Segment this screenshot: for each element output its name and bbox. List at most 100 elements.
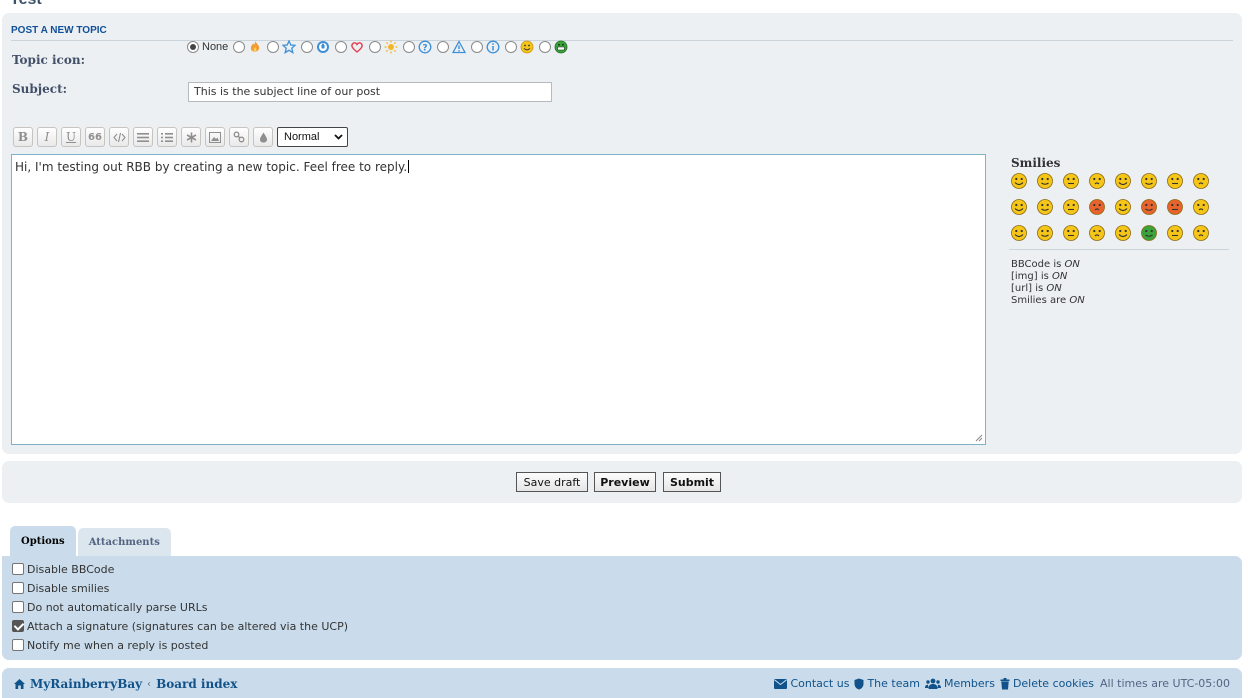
option-row[interactable]: Attach a signature (signatures can be al… [12,619,348,633]
smiley-redface-icon[interactable] [1088,198,1106,216]
contact-us-link[interactable]: Contact us [774,677,849,690]
topic-icon-fire-option[interactable] [233,40,262,54]
image-button[interactable] [205,127,225,147]
option-checkbox[interactable] [12,563,24,575]
option-checkbox[interactable] [12,639,24,651]
topic-icon-radio[interactable] [437,41,450,53]
smilies-title: Smilies [1011,156,1061,170]
message-editor[interactable]: Hi, I'm testing out RBB by creating a ne… [11,154,986,445]
topic-icon-radio[interactable] [539,41,552,53]
topic-icon-radio[interactable] [471,41,484,53]
smiley-arrow-icon[interactable] [1088,224,1106,242]
topic-icon-sun-option[interactable] [369,40,398,54]
smiley-smile-icon[interactable] [1062,172,1080,190]
underline-button[interactable]: U [61,127,81,147]
text-caret [408,160,410,173]
smiley-neutral-icon[interactable] [1114,224,1132,242]
status-value: ON [1069,295,1085,306]
topic-icon-heart-option[interactable] [335,40,364,54]
bold-button[interactable]: B [13,127,33,147]
smiley-grin-icon[interactable] [1010,172,1028,190]
status-value: ON [1046,283,1062,294]
status-value: ON [1064,259,1080,270]
topic-icon-star-option[interactable] [267,40,297,54]
italic-button[interactable]: I [37,127,57,147]
drop-icon [259,132,267,142]
smiley-evil-icon[interactable] [1140,198,1158,216]
members-link[interactable]: Members [924,677,995,690]
topic-icon-radio[interactable] [369,41,382,53]
subject-label: Subject: [12,82,68,96]
topic-icon-question-option[interactable]: ? [403,40,432,54]
code-button[interactable] [109,127,129,147]
smiley-mad-icon[interactable] [1036,198,1054,216]
smiley-oo-icon[interactable] [1088,172,1106,190]
color-button[interactable] [253,127,273,147]
preview-button[interactable]: Preview [594,472,656,492]
topic-icon-warning-option[interactable] [437,40,467,54]
smiley-geek-icon[interactable] [1166,224,1184,242]
topic-icon-radio[interactable] [335,41,348,53]
smiley-razz-icon[interactable] [1062,198,1080,216]
submit-panel: Save draft Preview Submit [2,461,1242,503]
subject-input[interactable]: This is the subject line of our post [188,82,552,102]
list-item-button[interactable] [181,127,201,147]
radioactive-icon [317,41,330,53]
smiley-shock-icon[interactable] [1114,172,1132,190]
message-text: Hi, I'm testing out RBB by creating a ne… [15,160,408,174]
option-row[interactable]: Disable smilies [12,581,109,595]
smiley-cry-icon[interactable] [1114,198,1132,216]
svg-text:?: ? [423,44,428,54]
numbered-list-button[interactable] [157,127,177,147]
option-row[interactable]: Notify me when a reply is posted [12,638,208,652]
smiley-roll-icon[interactable] [1192,198,1210,216]
resize-grip-icon[interactable] [974,433,983,442]
option-checkbox[interactable] [12,582,24,594]
grin-icon [554,40,568,54]
submit-button[interactable]: Submit [663,472,721,492]
breadcrumb-site-link[interactable]: MyRainberryBay [30,677,142,691]
topic-icon-info-option[interactable] [471,40,500,54]
topic-icon-smiley-option[interactable] [505,40,534,54]
bbcode-status-line: [img] is ON [1011,271,1085,283]
smiley-laugh-icon[interactable] [1010,198,1028,216]
topic-icon-radio[interactable] [403,41,416,53]
breadcrumb-board-index-link[interactable]: Board index [156,677,237,691]
topic-icon-radio[interactable] [505,41,518,53]
save-draft-button[interactable]: Save draft [516,472,588,492]
option-row[interactable]: Do not automatically parse URLs [12,600,208,614]
topic-icon-radioactive-option[interactable] [301,40,330,54]
the-team-link[interactable]: The team [854,677,920,690]
link-button[interactable] [229,127,249,147]
delete-cookies-link[interactable]: Delete cookies [1000,677,1094,690]
option-row[interactable]: Disable BBCode [12,562,114,576]
smiley-exclaim-icon[interactable] [1010,224,1028,242]
smiley-confused-icon[interactable] [1166,172,1184,190]
bbcode-status-line: BBCode is ON [1011,259,1085,271]
smiley-twisted-icon[interactable] [1166,198,1184,216]
topic-icon-none-option[interactable]: None [187,41,228,53]
smiley-ugeek-icon[interactable] [1192,224,1210,242]
tab-attachments[interactable]: Attachments [77,528,171,556]
option-checkbox[interactable] [12,620,24,632]
bbcode-status-line: Smilies are ON [1011,295,1085,307]
option-label: Disable BBCode [27,562,115,576]
topic-icon-radio[interactable] [301,41,314,53]
quote-button[interactable]: 66 [85,127,105,147]
topic-icon-grin-option[interactable] [539,40,568,54]
topic-icon-none-radio[interactable] [187,41,199,53]
smiley-mrgreen-icon[interactable] [1140,224,1158,242]
option-checkbox[interactable] [12,601,24,613]
smiley-idea-icon[interactable] [1062,224,1080,242]
link-icon [233,131,245,143]
smiley-happy-icon[interactable] [1036,172,1054,190]
smiley-question-icon[interactable] [1036,224,1054,242]
topic-icon-none-label: None [202,41,229,53]
font-size-select[interactable]: Normal [277,127,348,147]
topic-icon-radio[interactable] [267,41,280,53]
list-button[interactable] [133,127,153,147]
smiley-eek-icon[interactable] [1140,172,1158,190]
tab-options[interactable]: Options [10,526,76,556]
topic-icon-radio[interactable] [233,41,246,53]
smiley-cool-icon[interactable] [1192,172,1210,190]
